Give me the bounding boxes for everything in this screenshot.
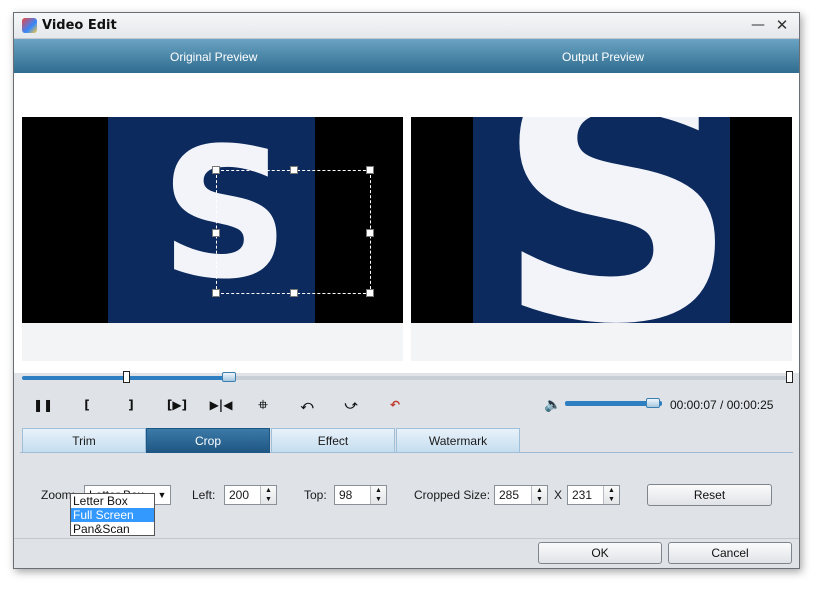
zoom-option-pan-scan[interactable]: Pan&Scan (71, 522, 154, 536)
left-value: 200 (229, 488, 250, 502)
crop-height-spinner[interactable]: ▲ ▼ (603, 486, 619, 504)
cancel-button[interactable]: Cancel (668, 542, 792, 564)
crop-height-field[interactable]: 231 ▲ ▼ (567, 485, 620, 505)
crop-handle-top-right[interactable] (366, 166, 374, 174)
crop-handle-left[interactable] (212, 229, 220, 237)
zoom-option-full-screen[interactable]: Full Screen (71, 508, 154, 522)
mark-out-icon[interactable]: ] (119, 395, 143, 415)
tab-effect[interactable]: Effect (271, 428, 395, 453)
output-frame-letter: S (495, 117, 740, 323)
original-preview-panel: S (22, 117, 403, 323)
crop-width-field[interactable]: 285 ▲ ▼ (494, 485, 548, 505)
zoom-option-letter-box[interactable]: Letter Box (71, 494, 154, 508)
reset-button[interactable]: Reset (647, 484, 772, 506)
output-preview-panel: S (411, 117, 792, 323)
window-title: Video Edit (42, 18, 117, 33)
crop-handle-bottom-left[interactable] (212, 289, 220, 297)
size-separator: X (554, 488, 563, 502)
cropped-size-label: Cropped Size: (414, 488, 491, 502)
trim-end-marker[interactable] (786, 371, 793, 383)
crop-height-value: 231 (572, 488, 593, 502)
next-frame-icon[interactable]: ▶|◀ (207, 395, 235, 415)
left-label: Left: (192, 488, 216, 502)
tab-watermark[interactable]: Watermark (396, 428, 520, 453)
output-panel-footer (411, 323, 792, 361)
playback-controls: ❚❚ [ ] [▶] ▶|◀ ⯐ ⤺ ⤻ ↶ 🔈 00:00:07 / 00:0… (14, 393, 799, 417)
trim-start-marker[interactable] (123, 371, 130, 383)
top-value: 98 (339, 488, 353, 502)
crop-width-value: 285 (499, 488, 520, 502)
rotate-left-icon[interactable]: ⤺ (295, 395, 319, 415)
title-bar[interactable]: Video Edit — ✕ (14, 13, 799, 39)
mark-in-icon[interactable]: [ (75, 395, 99, 415)
play-segment-icon[interactable]: [▶] (163, 395, 191, 415)
footer-divider (14, 538, 799, 539)
crop-selection-box[interactable] (212, 166, 374, 297)
crop-handle-top-left[interactable] (212, 166, 220, 174)
rotate-right-icon[interactable]: ⤻ (339, 395, 363, 415)
left-spinner[interactable]: ▲ ▼ (260, 486, 276, 504)
crop-handle-top[interactable] (290, 166, 298, 174)
tab-crop[interactable]: Crop (146, 428, 270, 453)
volume-thumb[interactable] (646, 398, 660, 408)
minimize-button[interactable]: — (747, 16, 769, 34)
speaker-icon[interactable]: 🔈 (544, 395, 562, 415)
pause-icon[interactable]: ❚❚ (31, 395, 55, 415)
close-button[interactable]: ✕ (771, 16, 793, 34)
output-preview-label: Output Preview (562, 50, 645, 64)
crop-handle-bottom[interactable] (290, 289, 298, 297)
video-edit-window: Video Edit — ✕ Original Preview Output P… (13, 12, 800, 569)
preview-area: S S (14, 73, 799, 373)
app-icon (22, 18, 37, 33)
top-spinner[interactable]: ▲ ▼ (370, 486, 386, 504)
crop-handle-right[interactable] (366, 229, 374, 237)
ok-button[interactable]: OK (538, 542, 662, 564)
original-preview-label: Original Preview (170, 50, 258, 64)
chevron-down-icon[interactable]: ▼ (155, 487, 169, 503)
top-label: Top: (304, 488, 327, 502)
preview-header: Original Preview Output Preview (14, 39, 799, 73)
original-video-frame: S (108, 117, 374, 323)
timeline-slider[interactable] (22, 371, 793, 383)
zoom-dropdown-list: Letter Box Full Screen Pan&Scan (70, 493, 155, 536)
time-readout: 00:00:07 / 00:00:25 (670, 398, 774, 412)
tab-trim[interactable]: Trim (22, 428, 146, 453)
crop-handle-bottom-right[interactable] (366, 289, 374, 297)
undo-icon[interactable]: ↶ (383, 395, 407, 415)
left-field[interactable]: 200 ▲ ▼ (224, 485, 277, 505)
edit-tabs: Trim Crop Effect Watermark (20, 428, 793, 453)
original-panel-footer (22, 323, 403, 361)
top-field[interactable]: 98 ▲ ▼ (334, 485, 387, 505)
output-video-frame: S (473, 117, 740, 323)
split-icon[interactable]: ⯐ (251, 395, 275, 415)
crop-width-spinner[interactable]: ▲ ▼ (531, 486, 547, 504)
timeline-playhead[interactable] (222, 372, 236, 382)
